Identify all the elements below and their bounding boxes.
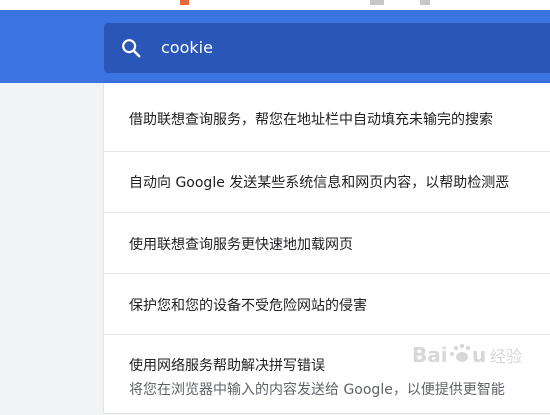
setting-row-preload-pages[interactable]: 使用联想查询服务更快速地加载网页: [104, 213, 550, 274]
tab-favicon: [180, 0, 189, 5]
search-input[interactable]: cookie: [161, 23, 213, 73]
setting-title: 保护您和您的设备不受危险网站的侵害: [129, 298, 367, 314]
tab-favicon: [420, 0, 430, 5]
browser-top-strip: [0, 0, 550, 10]
svg-text:经验: 经验: [490, 347, 522, 366]
setting-title: 使用网络服务帮助解决拼写错误: [129, 358, 325, 374]
settings-search-box[interactable]: cookie: [104, 23, 550, 73]
setting-row-safe-browsing-reports[interactable]: 自动向 Google 发送某些系统信息和网页内容，以帮助检测恶: [104, 152, 550, 213]
settings-header: cookie: [0, 10, 550, 83]
tab-favicon: [370, 0, 384, 5]
search-icon[interactable]: [120, 37, 142, 59]
baidu-watermark-logo: Bai u 经验: [412, 343, 522, 367]
setting-title: 借助联想查询服务，帮您在地址栏中自动填充未输完的搜索: [129, 112, 493, 128]
setting-row-autocomplete[interactable]: 借助联想查询服务，帮您在地址栏中自动填充未输完的搜索: [104, 83, 550, 152]
svg-text:Bai: Bai: [412, 343, 448, 367]
svg-text:u: u: [472, 343, 486, 367]
setting-title: 使用联想查询服务更快速地加载网页: [129, 237, 353, 253]
setting-title: 自动向 Google 发送某些系统信息和网页内容，以帮助检测恶: [129, 175, 510, 191]
setting-row-safe-browsing[interactable]: 保护您和您的设备不受危险网站的侵害: [104, 274, 550, 335]
setting-subtitle: 将您在浏览器中输入的内容发送给 Google，以便提供更智能: [129, 382, 505, 398]
